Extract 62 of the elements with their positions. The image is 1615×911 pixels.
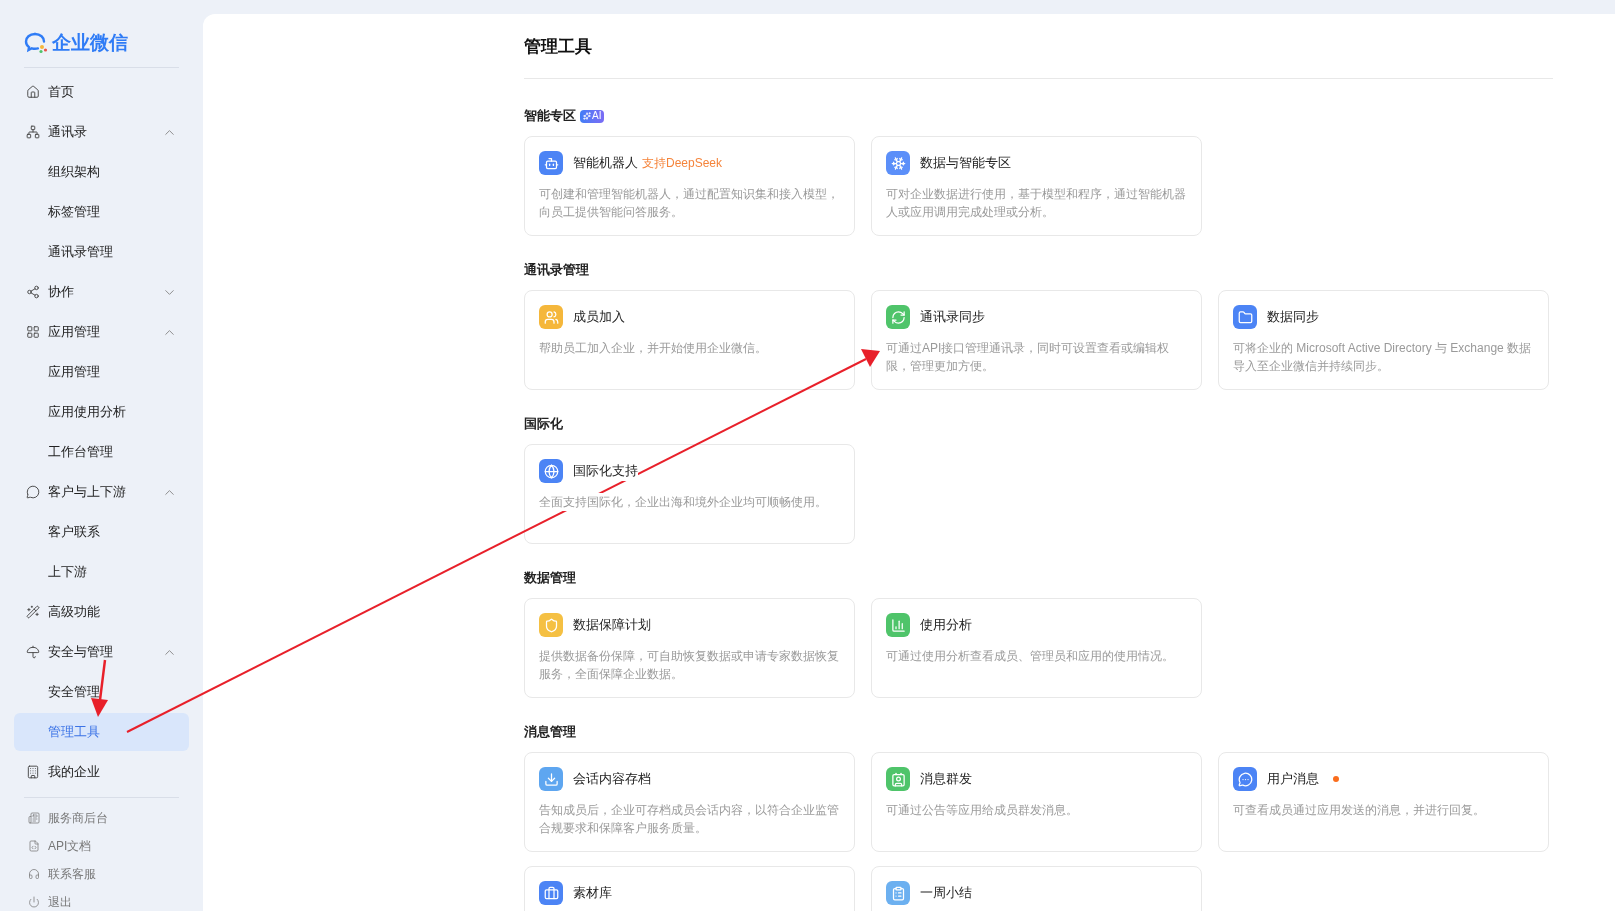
card-title: 国际化支持 bbox=[573, 461, 638, 481]
tool-card[interactable]: 国际化支持 全面支持国际化，企业出海和境外企业均可顺畅使用。 bbox=[524, 444, 855, 544]
sidebar-subitem[interactable]: 标签管理 bbox=[14, 193, 189, 231]
sidebar-item[interactable]: 通讯录 bbox=[14, 113, 189, 151]
code-file-icon bbox=[28, 839, 40, 852]
tool-card[interactable]: 一周小结 bbox=[871, 866, 1202, 911]
buildings-icon bbox=[26, 765, 40, 779]
sidebar-item[interactable]: 协作 bbox=[14, 273, 189, 311]
sidebar-item[interactable]: 高级功能 bbox=[14, 593, 189, 631]
section-heading: 通讯录管理 bbox=[524, 261, 589, 280]
page-title: 管理工具 bbox=[524, 36, 593, 58]
org-chart-icon bbox=[26, 125, 40, 139]
tool-card[interactable]: 通讯录同步 可通过API接口管理通讯录，同时可设置查看或编辑权限，管理更加方便。 bbox=[871, 290, 1202, 390]
sidebar-subitem[interactable]: 安全管理 bbox=[14, 673, 189, 711]
sidebar-item[interactable]: 应用管理 bbox=[14, 313, 189, 351]
sidebar-subitem[interactable]: 应用管理 bbox=[14, 353, 189, 391]
card-description: 告知成员后，企业可存档成员会话内容，以符合企业监管合规要求和保障客户服务质量。 bbox=[539, 801, 840, 837]
footer-link[interactable]: 服务商后台 bbox=[28, 808, 175, 827]
wand-sparkles-icon bbox=[26, 605, 40, 619]
sidebar-subitem[interactable]: 通讯录管理 bbox=[14, 233, 189, 271]
headset-icon bbox=[28, 867, 40, 880]
footer-link[interactable]: 联系客服 bbox=[28, 864, 175, 883]
section-heading: 数据管理 bbox=[524, 569, 576, 588]
card-tag: 支持DeepSeek bbox=[642, 154, 723, 172]
card-description: 提供数据备份保障，可自助恢复数据或申请专家数据恢复服务，全面保障企业数据。 bbox=[539, 647, 840, 683]
tool-card[interactable]: 数据同步 可将企业的 Microsoft Active Directory 与 Exchange 数据导入至企业微信并持续同步。 bbox=[1218, 290, 1549, 390]
ai-badge: AI bbox=[580, 109, 605, 123]
sidebar-subitem[interactable]: 上下游 bbox=[14, 553, 189, 591]
tool-card[interactable]: 智能机器人 支持DeepSeek 可创建和管理智能机器人，通过配置知识集和接入模型，向员工提供智能问答服务。 bbox=[524, 136, 855, 236]
newspaper-icon bbox=[28, 811, 40, 824]
sidebar-item[interactable]: 安全与管理 bbox=[14, 633, 189, 671]
sidebar-subitem[interactable]: 管理工具 bbox=[14, 713, 189, 751]
house-icon bbox=[26, 85, 40, 99]
power-icon bbox=[28, 895, 40, 908]
sidebar-subitem[interactable]: 组织架构 bbox=[14, 153, 189, 191]
footer-link[interactable]: API文档 bbox=[28, 836, 175, 855]
umbrella-icon bbox=[26, 645, 40, 659]
tool-card[interactable]: 成员加入 帮助员工加入企业，并开始使用企业微信。 bbox=[524, 290, 855, 390]
sidebar-item[interactable]: 我的企业 bbox=[14, 753, 189, 791]
section-heading: 国际化 bbox=[524, 415, 563, 434]
tool-card[interactable]: 会话内容存档 告知成员后，企业可存档成员会话内容，以符合企业监管合规要求和保障客户服务质量。 bbox=[524, 752, 855, 852]
tool-card[interactable]: 用户消息 可查看成员通过应用发送的消息，并进行回复。 bbox=[1218, 752, 1549, 852]
section-heading: 消息管理 bbox=[524, 723, 576, 742]
tool-card[interactable]: 使用分析 可通过使用分析查看成员、管理员和应用的使用情况。 bbox=[871, 598, 1202, 698]
tool-card[interactable]: 数据保障计划 提供数据备份保障，可自助恢复数据或申请专家数据恢复服务，全面保障企业数据。 bbox=[524, 598, 855, 698]
sidebar-item[interactable]: 首页 bbox=[14, 73, 189, 111]
sidebar-item[interactable]: 客户与上下游 bbox=[14, 473, 189, 511]
chat-bubble-icon bbox=[26, 485, 40, 499]
tool-card[interactable]: 消息群发 可通过公告等应用给成员群发消息。 bbox=[871, 752, 1202, 852]
tool-card[interactable]: 素材库 bbox=[524, 866, 855, 911]
section-heading: 智能专区 bbox=[524, 107, 576, 126]
logo-text: 企业微信 bbox=[52, 30, 128, 55]
footer-link[interactable]: 退出 bbox=[28, 892, 175, 911]
grid-icon bbox=[26, 325, 40, 339]
card-description: 可将企业的 Microsoft Active Directory 与 Exchange 数据导入至企业微信并持续同步。 bbox=[1233, 339, 1534, 375]
card-description: 可对企业数据进行使用，基于模型和程序，通过智能机器人或应用调用完成处理或分析。 bbox=[886, 185, 1187, 221]
sidebar-subitem[interactable]: 工作台管理 bbox=[14, 433, 189, 471]
sidebar-subitem[interactable]: 客户联系 bbox=[14, 513, 189, 551]
tool-card[interactable]: 数据与智能专区 可对企业数据进行使用，基于模型和程序，通过智能机器人或应用调用完成处理或分析。 bbox=[871, 136, 1202, 236]
logo-icon bbox=[24, 32, 48, 54]
sidebar-subitem[interactable]: 应用使用分析 bbox=[14, 393, 189, 431]
share-icon bbox=[26, 285, 40, 299]
